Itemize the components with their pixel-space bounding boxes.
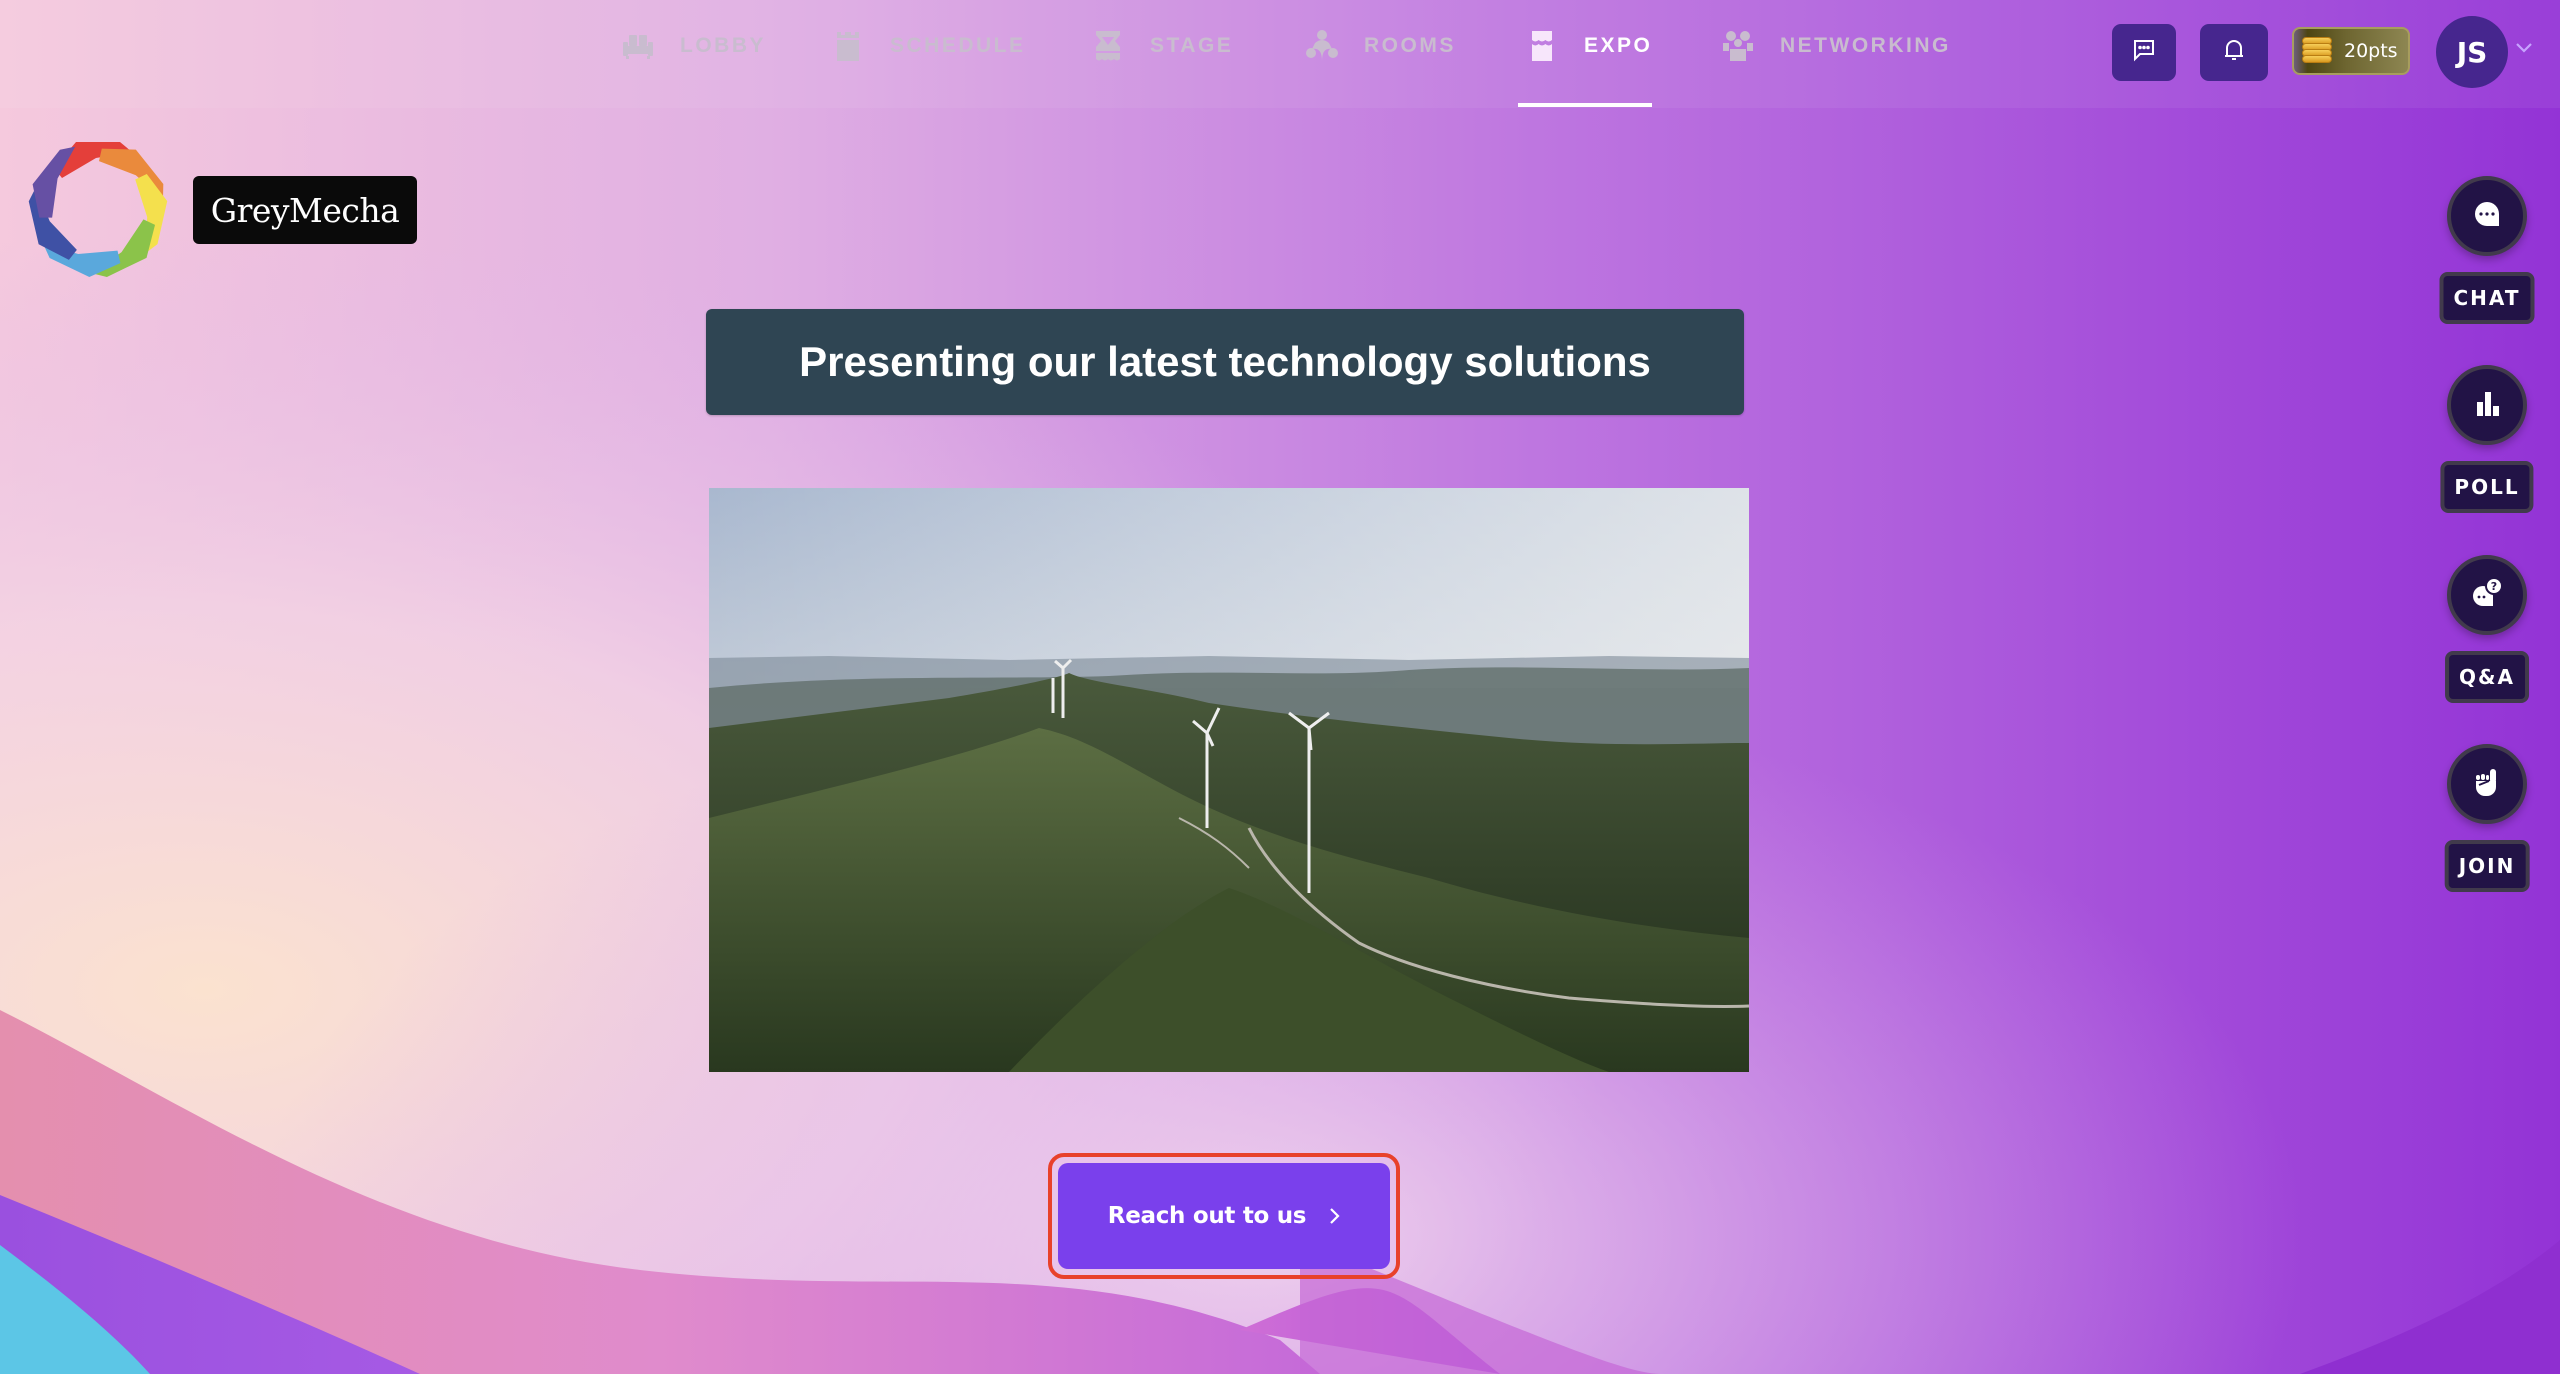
chat-button[interactable] xyxy=(2447,176,2527,256)
nav-label: EXPO xyxy=(1584,34,1653,57)
calendar-icon xyxy=(830,28,866,64)
bell-icon xyxy=(2221,37,2247,68)
qa-label[interactable]: Q&A xyxy=(2445,651,2529,703)
people-icon xyxy=(1720,28,1756,64)
nav-item-rooms[interactable]: ROOMS xyxy=(1304,26,1456,66)
booth-media-image[interactable] xyxy=(709,488,1749,1072)
page-title: Presenting our latest technology solutio… xyxy=(706,309,1744,415)
join-button[interactable] xyxy=(2447,744,2527,824)
join-label[interactable]: JOIN xyxy=(2444,840,2530,892)
qa-button[interactable]: ? xyxy=(2447,555,2527,635)
chevron-right-icon xyxy=(1328,1206,1340,1226)
reach-out-label: Reach out to us xyxy=(1107,1203,1307,1229)
message-icon xyxy=(2131,37,2157,68)
greymecha-logo xyxy=(26,136,170,280)
question-bubble-icon: ? xyxy=(2470,576,2504,615)
nav-item-expo[interactable]: EXPO xyxy=(1524,26,1652,66)
active-tab-indicator xyxy=(1518,103,1652,107)
nav-label: ROOMS xyxy=(1364,34,1456,57)
nav-item-stage[interactable]: STAGE xyxy=(1090,26,1233,66)
top-navigation-bar: LOBBY SCHEDULE STAGE ROOMS EXPO NETWORKI… xyxy=(0,0,2560,108)
brand-name: GreyMecha xyxy=(193,176,417,244)
user-avatar[interactable]: JS xyxy=(2436,16,2508,88)
poll-label[interactable]: POLL xyxy=(2440,461,2534,513)
reach-out-button[interactable]: Reach out to us xyxy=(1058,1163,1390,1269)
rooms-icon xyxy=(1304,28,1340,64)
nav-label: SCHEDULE xyxy=(890,34,1026,57)
chevron-down-icon[interactable] xyxy=(2514,40,2534,54)
poll-button[interactable] xyxy=(2447,365,2527,445)
nav-label: STAGE xyxy=(1150,34,1234,57)
stage-curtain-icon xyxy=(1090,28,1126,64)
coins-icon xyxy=(2302,37,2332,65)
notifications-button[interactable] xyxy=(2200,24,2268,81)
nav-label: LOBBY xyxy=(680,34,766,57)
nav-item-networking[interactable]: NETWORKING xyxy=(1720,26,1951,66)
nav-label: NETWORKING xyxy=(1780,34,1951,57)
messages-button[interactable] xyxy=(2112,24,2176,81)
chat-bubble-icon xyxy=(2470,197,2504,236)
chat-label[interactable]: CHAT xyxy=(2439,272,2535,324)
nav-item-lobby[interactable]: LOBBY xyxy=(620,26,766,66)
points-badge[interactable]: 20pts xyxy=(2292,27,2410,75)
sofa-icon xyxy=(620,28,656,64)
nav-item-schedule[interactable]: SCHEDULE xyxy=(830,26,1026,66)
booth-icon xyxy=(1524,28,1560,64)
svg-text:?: ? xyxy=(2491,580,2497,593)
raised-hand-icon xyxy=(2470,765,2504,804)
points-value: 20pts xyxy=(2344,40,2398,62)
bar-chart-icon xyxy=(2470,386,2504,425)
